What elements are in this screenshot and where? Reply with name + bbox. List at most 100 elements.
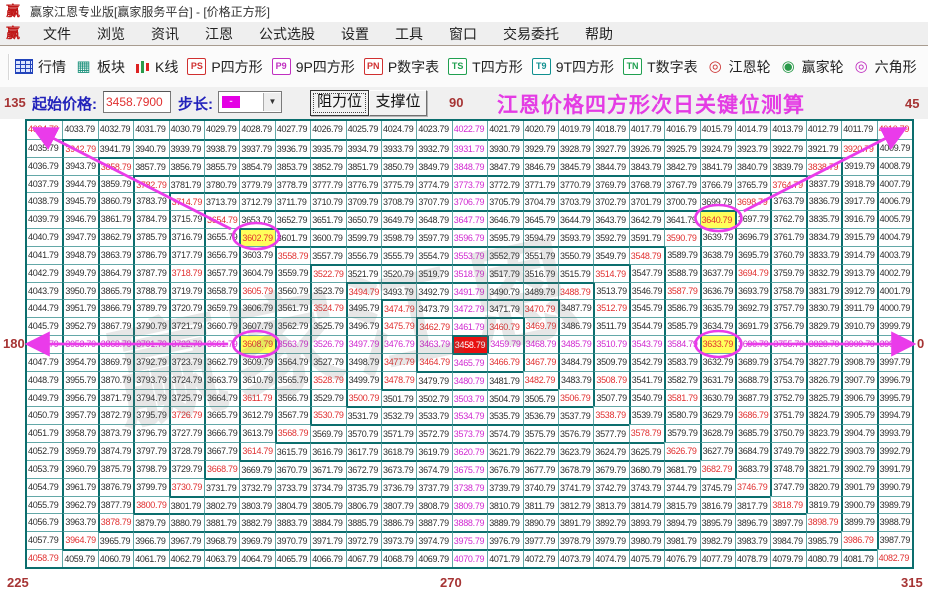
grid-cell: 3895.79	[699, 513, 735, 532]
grid-cell: 3581.79	[664, 388, 700, 407]
grid-cell: 4039.79	[27, 210, 63, 229]
grid-cell: 3881.79	[204, 513, 240, 532]
toolbar-item-p-square[interactable]: PS P四方形	[187, 57, 263, 77]
grid-cell: 3874.79	[97, 442, 134, 460]
grid-cell: 3729.79	[168, 459, 204, 478]
grid-cell: 3645.79	[522, 210, 558, 229]
grid-cell: 3741.79	[558, 477, 594, 496]
grid-cell: 4063.79	[204, 549, 240, 567]
grid-cell: 3553.79	[451, 245, 488, 264]
grid-cell: 3472.79	[451, 299, 488, 318]
grid-cell: 3892.79	[593, 513, 629, 532]
toolbar-item-p-number-table[interactable]: PN P数字表	[363, 57, 439, 77]
grid-cell: 3714.79	[168, 192, 204, 211]
grid-cell: 3683.79	[735, 459, 771, 478]
grid-cell: 3626.79	[664, 442, 700, 460]
toolbar-item-hexagon[interactable]: ◎ 六角形	[853, 57, 917, 77]
grid-cell: 3872.79	[97, 406, 134, 425]
grid-cell: 4046.79	[27, 335, 63, 353]
grid-cell: 3767.79	[664, 174, 700, 193]
grid-cell: 3769.79	[593, 174, 629, 193]
menu-item-1[interactable]: 浏览	[84, 23, 138, 45]
grid-cell: 4043.79	[27, 281, 63, 300]
grid-cell: 3739.79	[487, 477, 523, 496]
grid-cell: 3791.79	[133, 335, 169, 353]
support-button[interactable]: 支撑位	[369, 90, 427, 116]
grid-cell: 3885.79	[345, 513, 381, 532]
toolbar-item-kline-candles[interactable]: K线	[134, 57, 178, 77]
toolbar-item-gann-wheel[interactable]: ◎ 江恩轮	[707, 57, 771, 77]
toolbar-item-quote-grid[interactable]: 行情	[15, 57, 66, 77]
grid-cell: 3705.79	[487, 192, 523, 211]
menu-item-2[interactable]: 资讯	[138, 23, 192, 45]
step-combobox[interactable]: - ▼	[218, 91, 282, 113]
grid-cell: 3859.79	[97, 174, 134, 193]
grid-cell: 3671.79	[310, 459, 346, 478]
toolbar-item-p9-square[interactable]: P9 9P四方形	[271, 57, 355, 77]
grid-cell: 3487.79	[558, 299, 594, 318]
resistance-button[interactable]: 阻力位	[310, 90, 369, 116]
grid-cell: 3942.79	[62, 138, 98, 157]
grid-cell: 3573.79	[451, 424, 488, 443]
menu-item-6[interactable]: 工具	[382, 23, 436, 45]
grid-cell: 3884.79	[310, 513, 346, 532]
grid-cell: 3808.79	[416, 495, 452, 514]
grid-cell: 3784.79	[133, 210, 169, 229]
grid-cell: 3709.79	[345, 192, 381, 211]
toolbar-item-t-number-table[interactable]: TN T数字表	[623, 57, 698, 77]
grid-cell: 4014.79	[735, 121, 771, 139]
menu-item-4[interactable]: 公式选股	[246, 23, 328, 45]
grid-cell: 3961.79	[62, 477, 98, 496]
menu-item-8[interactable]: 交易委托	[490, 23, 572, 45]
grid-cell: 3631.79	[699, 370, 735, 389]
toolbar-item-t-square[interactable]: TS T四方形	[448, 57, 523, 77]
menu-item-5[interactable]: 设置	[328, 23, 382, 45]
grid-cell: 3811.79	[522, 495, 558, 514]
grid-cell: 3641.79	[664, 210, 700, 229]
grid-cell: 3506.79	[558, 388, 594, 407]
grid-cell: 3534.79	[451, 406, 488, 425]
grid-cell: 3465.79	[451, 352, 488, 371]
grid-cell: 3605.79	[239, 281, 275, 300]
grid-cell: 3652.79	[274, 210, 311, 229]
grid-cell: 3546.79	[628, 281, 665, 300]
grid-cell: 3684.79	[735, 442, 771, 460]
grid-cell: 3793.79	[133, 370, 169, 389]
chevron-down-icon[interactable]: ▼	[263, 93, 281, 111]
grid-cell: 3910.79	[841, 317, 877, 336]
grid-cell: 3638.79	[699, 245, 735, 264]
toolbar-item-sector-blocks[interactable]: ▦ 板块	[75, 57, 125, 77]
menu-item-3[interactable]: 江恩	[192, 23, 246, 45]
t-square-icon: TS	[448, 58, 468, 75]
grid-cell: 3863.79	[97, 245, 134, 264]
grid-cell: 3909.79	[841, 335, 877, 353]
grid-cell: 3566.79	[274, 388, 311, 407]
grid-cell: 3621.79	[487, 442, 523, 460]
menu-item-7[interactable]: 窗口	[436, 23, 490, 45]
toolbar-item-winner-wheel[interactable]: ◉ 赢家轮	[780, 57, 844, 77]
grid-cell: 3594.79	[522, 228, 558, 246]
grid-cell: 3978.79	[558, 531, 594, 550]
menu-item-9[interactable]: 帮助	[572, 23, 626, 45]
grid-cell: 3681.79	[664, 459, 700, 478]
grid-cell: 3591.79	[628, 228, 665, 246]
grid-cell: 4072.79	[522, 549, 558, 567]
grid-cell: 4011.79	[841, 121, 877, 139]
grid-cell: 4070.79	[451, 549, 488, 567]
grid-cell: 4077.79	[699, 549, 735, 567]
grid-cell: 3941.79	[97, 138, 134, 157]
p-square-icon: PS	[187, 58, 207, 75]
menu-item-0[interactable]: 文件	[30, 23, 84, 45]
start-price-input[interactable]	[103, 91, 171, 113]
grid-cell: 3564.79	[274, 352, 311, 371]
grid-cell: 3479.79	[416, 370, 452, 389]
grid-cell: 3563.79	[274, 335, 311, 353]
grid-cell: 3625.79	[628, 442, 665, 460]
grid-cell: 3547.79	[628, 263, 665, 282]
grid-cell: 3586.79	[664, 299, 700, 318]
grid-cell: 3924.79	[699, 138, 735, 157]
toolbar-item-t9-square[interactable]: T9 9T四方形	[531, 57, 614, 77]
grid-cell: 3606.79	[239, 299, 275, 318]
grid-cell: 4028.79	[239, 121, 275, 139]
grid-cell: 4041.79	[27, 245, 63, 264]
